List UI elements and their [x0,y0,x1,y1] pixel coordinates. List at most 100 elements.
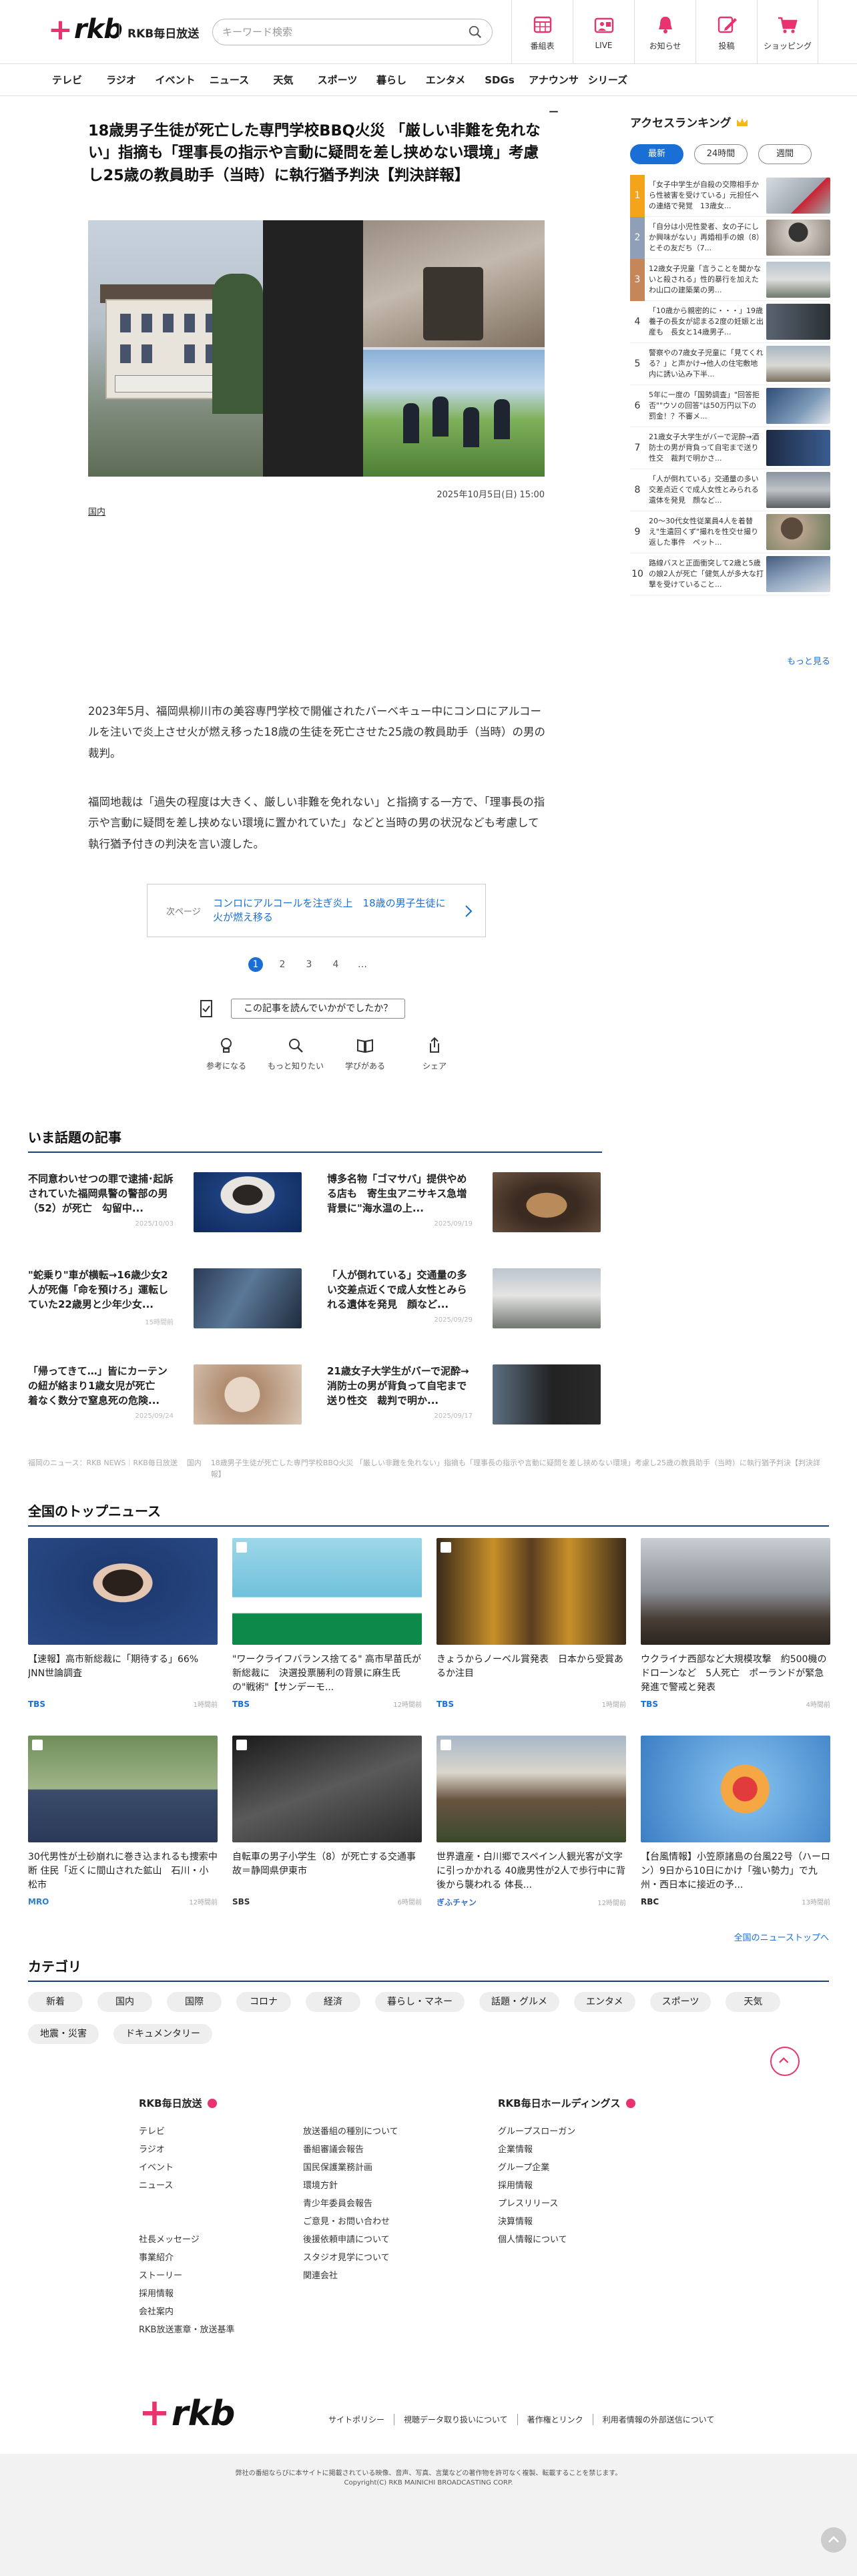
footer-link[interactable]: 社長メッセージ [139,2231,292,2249]
ranking-item[interactable]: 5 警察やの7歳女子児童に「見てくれる？」と声かけ→他人の住宅敷地内に誘い込み下半… [630,343,830,385]
ranking-item[interactable]: 8 「人が倒れている」交通量の多い交差点近くで成人女性とみられる遺体を発見 顔など… [630,469,830,511]
footer-link[interactable]: ご意見・お問い合わせ [303,2213,470,2231]
hot-topic-item[interactable]: 不同意わいせつの罪で逮捕･起訴されていた福岡県警の警部の男（52）が死亡 勾留中… [28,1172,310,1236]
scroll-top-fab[interactable] [821,2527,846,2553]
footer-link[interactable]: イベント [139,2159,292,2177]
ranking-item[interactable]: 7 21歳女子大学生がバーで泥酔→酒防士の男が背負って自宅まで送り性交 裁判で明か… [630,427,830,469]
category-chip[interactable]: 新着 [28,1992,83,2012]
nav-sdgs[interactable]: SDGs [473,64,527,95]
ranking-item[interactable]: 9 20〜30代女性従業員4人を着替え"生遺回くず"撮れを性交せ撮り返した事件 ペ… [630,511,830,553]
footer-policy-link[interactable]: 視聴データ取り扱いについて [394,2414,517,2425]
footer-link[interactable]: 会社案内 [139,2303,292,2321]
nav-entame[interactable]: エンタメ [418,64,473,95]
nav-news[interactable]: ニュース [202,64,256,95]
scroll-to-top-button[interactable] [770,2047,800,2076]
ranking-item[interactable]: 4 「10歳から親密的に・・・」19歳養子の長女が認まる2度の妊娠と出産も 長女と… [630,301,830,343]
header-shopping-button[interactable]: ショッピング [757,0,818,64]
footer-link[interactable]: 後援依頼申請について [303,2231,470,2249]
header-notice-button[interactable]: お知らせ [634,0,695,64]
nav-series[interactable]: シリーズ [581,64,635,95]
tab-24h[interactable]: 24時間 [694,144,748,164]
footer-link[interactable]: 企業情報 [498,2141,671,2159]
footer-policy-link[interactable]: 利用者情報の外部送信について [592,2414,724,2425]
tab-latest[interactable]: 最新 [630,144,683,164]
footer-link[interactable]: ストーリー [139,2267,292,2285]
reaction-helpful-button[interactable]: 参考になる [196,1036,256,1071]
page-4[interactable]: 4 [328,957,343,972]
header-tv-schedule-button[interactable]: 番組表 [511,0,573,64]
national-news-card[interactable]: 自転車の男子小学生（8）が死亡する交通事故＝静岡県伊東市 SBS 6時間前 [232,1736,422,1906]
feedback-question-button[interactable]: この記事を読んでいかがでしたか？ [231,999,406,1019]
nav-sports[interactable]: スポーツ [310,64,364,95]
nav-life[interactable]: 暮らし [364,64,418,95]
hot-topic-item[interactable]: 博多名物「ゴマサバ」提供やめる店も 寄生虫アニサキス急増 背景に"海水温の上..… [327,1172,609,1236]
footer-link[interactable]: グループ企業 [498,2159,671,2177]
footer-holdings-heading[interactable]: RKB毎日ホールディングス [498,2096,635,2110]
category-chip[interactable]: 話題・グルメ [479,1992,559,2012]
footer-rkb-heading[interactable]: RKB毎日放送 [139,2096,217,2110]
breadcrumb-home[interactable]: 福岡のニュース：RKB NEWS｜RKB毎日放送 [28,1458,178,1480]
category-chip[interactable]: コロナ [236,1992,291,2012]
national-news-more-link[interactable]: 全国のニューストップへ [28,1930,829,1943]
footer-link[interactable]: 関連会社 [303,2267,470,2285]
national-news-card[interactable]: 【台風情報】小笠原諸島の台風22号（ハーロン）9日から10日にかけ「強い勢力」で… [641,1736,830,1906]
footer-link[interactable]: グループスローガン [498,2123,671,2141]
ranking-item[interactable]: 3 12歳女子児童「言うことを聞かないと殺される」性的暴行を加えたわ山口の建築業の… [630,258,830,301]
category-chip[interactable]: 暮らし・マネー [375,1992,465,2012]
footer-link[interactable]: 環境方針 [303,2177,470,2195]
next-page-link[interactable]: 次ページ コンロにアルコールを注ぎ炎上 18歳の男子生徒に火が燃え移る [147,884,486,937]
footer-link[interactable]: ニュース [139,2177,292,2195]
ranking-more-link[interactable]: もっと見る [630,654,830,667]
search-icon[interactable] [468,25,483,39]
category-chip[interactable]: 国内 [97,1992,152,2012]
nav-event[interactable]: イベント [148,64,202,95]
category-chip[interactable]: 天気 [726,1992,781,2012]
share-button[interactable]: シェア [404,1036,465,1071]
ranking-item[interactable]: 10 路線バスと正面衝突して2歳と5歳の娘2人が死亡「健気人が多大な打撃を受けてい… [630,553,830,595]
hot-topic-item[interactable]: 21歳女子大学生がバーで泥酔→消防士の男が背負って自宅まで送り性交 裁判で明か.… [327,1364,609,1429]
header-post-button[interactable]: 投稿 [695,0,757,64]
rkb-logo[interactable]: + rkb [48,13,123,47]
article-category-link[interactable]: 国内 [88,505,105,517]
national-news-card[interactable]: きょうからノーベル賞発表 日本から受賞あるか注目 TBS 1時間前 [437,1538,626,1709]
reaction-know-more-button[interactable]: もっと知りたい [266,1036,326,1071]
category-chip[interactable]: 経済 [306,1992,360,2012]
breadcrumb-category[interactable]: 国内 [187,1458,202,1480]
ranking-item[interactable]: 1 「女子中学生が自殺の交際相手から性被害を受けている」元担任への連絡で発覚 13… [630,174,830,217]
footer-policy-link[interactable]: 著作権とリンク [517,2414,593,2425]
footer-link[interactable]: 決算情報 [498,2213,671,2231]
footer-link[interactable]: 青少年委員会報告 [303,2195,470,2213]
category-chip[interactable]: スポーツ [649,1992,711,2012]
national-news-card[interactable]: "ワークライフバランス捨てる" 高市早苗氏が新総裁に 決選投票勝利の背景に麻生氏… [232,1538,422,1709]
hot-topic-item[interactable]: "蛇乗り"車が横転→16歳少女2人が死傷「命を預けろ」運転していた22歳男と少年… [28,1268,310,1332]
footer-link[interactable]: スタジオ見学について [303,2249,470,2267]
ranking-item[interactable]: 6 5年に一度の「国勢調査」"回答拒否""ウソの回答"は50万円以下の罰金！？不審… [630,385,830,427]
header-live-button[interactable]: LIVE [573,0,634,64]
footer-link[interactable]: 個人情報について [498,2231,671,2249]
national-news-card[interactable]: ウクライナ西部など大規模攻撃 約500機のドローンなど 5人死亡 ポーランドが緊… [641,1538,830,1709]
footer-link[interactable]: RKB放送憲章・放送基準 [139,2321,292,2339]
reaction-learning-button[interactable]: 学びがある [335,1036,395,1071]
footer-link[interactable]: 採用情報 [498,2177,671,2195]
tab-weekly[interactable]: 週間 [758,144,812,164]
footer-link[interactable]: 放送番組の種別について [303,2123,470,2141]
category-chip[interactable]: 地震・災害 [28,2024,99,2044]
footer-link[interactable]: 番組審議会報告 [303,2141,470,2159]
footer-link[interactable]: プレスリリース [498,2195,671,2213]
national-news-card[interactable]: 世界遺産・白川郷でスペイン人観光客が文字に引っかかれる 40歳男性が2人で歩行中… [437,1736,626,1908]
footer-link[interactable]: テレビ [139,2123,292,2141]
nav-announcer[interactable]: アナウンサー [527,64,581,118]
footer-link[interactable]: 事業紹介 [139,2249,292,2267]
footer-policy-link[interactable]: サイトポリシー [319,2414,394,2425]
search-input[interactable] [222,25,449,39]
ranking-item[interactable]: 2 「自分は小児性愛者、女の子にしか興味がない」再婚相手の娘（8）とその友だち（7… [630,216,830,259]
footer-link[interactable]: 国民保護業務計画 [303,2159,470,2177]
footer-link[interactable]: 採用情報 [139,2285,292,2303]
hot-topic-item[interactable]: 「人が倒れている」交通量の多い交差点近くで成人女性とみられる遺体を発見 顔など.… [327,1268,609,1332]
category-chip[interactable]: 国際 [167,1992,222,2012]
page-3[interactable]: 3 [302,957,316,972]
nav-radio[interactable]: ラジオ [94,64,148,95]
national-news-card[interactable]: 【速報】高市新総裁に「期待する」66% JNN世論調査 TBS 1時間前 [28,1538,218,1709]
hot-topic-item[interactable]: 「帰ってきて…」皆にカーテンの紐が絡まり1歳女児が死亡 着なく数分で窒息死の危険… [28,1364,310,1429]
footer-rkb-logo[interactable]: +rkb [139,2391,235,2434]
